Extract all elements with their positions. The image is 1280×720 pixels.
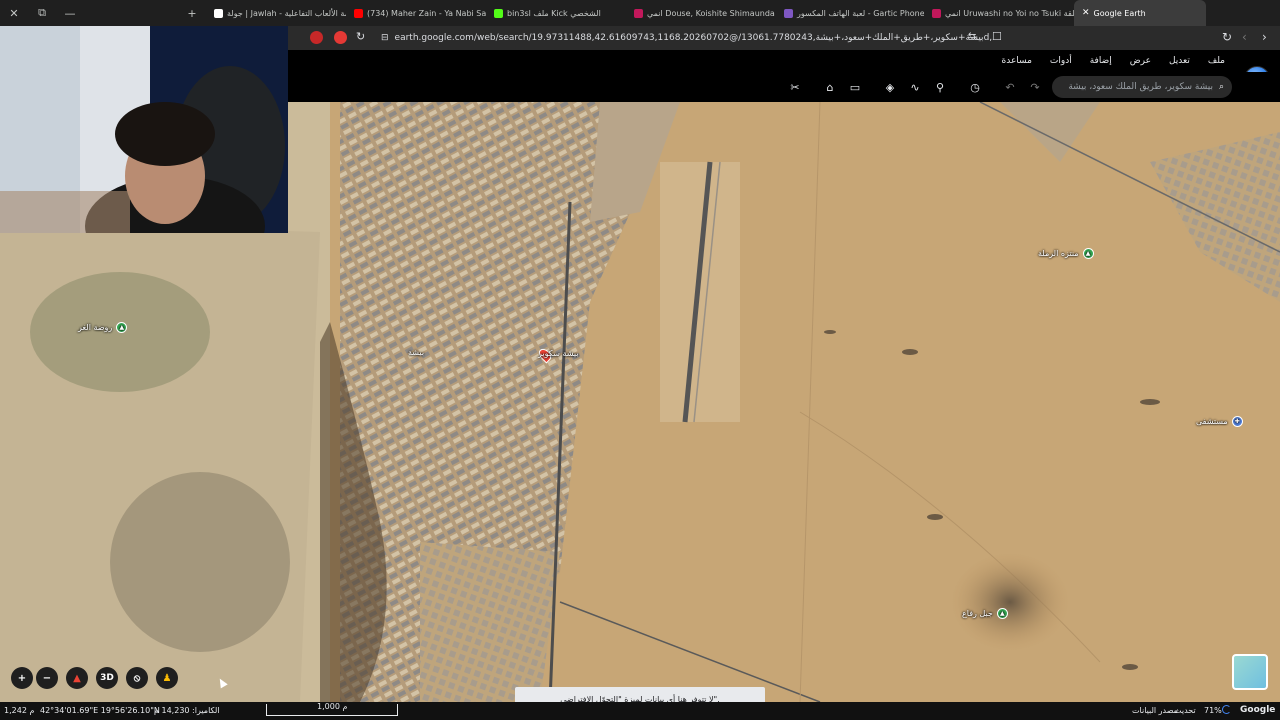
placemark-label: بيشة [408, 348, 425, 357]
tab-label: لعبة الهاتف المكسور - Gartic Phone [797, 8, 924, 18]
tab-label: Google Earth [1093, 8, 1146, 18]
kick-icon [494, 8, 503, 18]
search-icon[interactable]: ⌕ [1219, 82, 1224, 92]
history-icon[interactable]: ◷ [965, 77, 985, 97]
menu-edit[interactable]: تعديل [1169, 56, 1190, 66]
placemark-label: روضة الغر [78, 323, 113, 332]
google-brand: Google [1240, 705, 1276, 715]
menu-add[interactable]: إضافة [1090, 56, 1112, 66]
url-text: earth.google.com/web/search/19.97311488,… [394, 33, 993, 43]
url-field[interactable]: ⊟ earth.google.com/web/search/19.9731148… [373, 29, 993, 47]
menu-file[interactable]: ملف [1208, 56, 1225, 66]
tab-label: انمي Uruwashi no Yoi no Tsuki الحلقة [945, 8, 1074, 18]
placemark-mountain[interactable]: جبل رفاع ▲ [962, 608, 1008, 619]
scale-bar: 1,000 م [266, 702, 398, 716]
loading-spinner-icon [1222, 705, 1231, 714]
forward-icon[interactable]: › [1262, 30, 1267, 44]
coordinates-readout: 42°34'01.69"E 19°56'26.10"N [40, 706, 160, 715]
pegman-icon[interactable]: ♟ [156, 667, 178, 689]
earth-menu-bar: مساعدة أدوات إضافة عرض تعديل ملف [288, 50, 1280, 72]
back-icon[interactable]: ‹ [1242, 30, 1247, 44]
menu-view[interactable]: عرض [1130, 56, 1151, 66]
placemark-label: مستشفى [1196, 417, 1228, 426]
tab-kick[interactable]: bin3sl ملف Kick الشخصي [486, 0, 626, 26]
view-3d-button[interactable]: 3D [96, 667, 118, 689]
tab-gartic-phone[interactable]: لعبة الهاتف المكسور - Gartic Phone [776, 0, 924, 26]
loading-percent: 71% [1204, 706, 1222, 715]
menu-help[interactable]: مساعدة [1002, 56, 1032, 66]
zoom-in-button[interactable]: + [11, 667, 33, 689]
tab-favicon [214, 8, 223, 18]
new-tab-button[interactable]: + [178, 0, 206, 26]
address-bar-row: ↻ ⊟ earth.google.com/web/search/19.97311… [288, 26, 1280, 50]
tab-favicon [784, 8, 793, 18]
window-restore-icon[interactable]: ⧉ [28, 0, 56, 26]
compass-icon[interactable]: ▲ [66, 667, 88, 689]
window-close-icon[interactable]: ✕ [0, 0, 28, 26]
placemark-hospital[interactable]: مستشفى ✚ [1196, 416, 1243, 427]
window-minimize-icon[interactable]: — [56, 0, 84, 26]
tab-google-earth[interactable]: ✕ Google Earth [1074, 0, 1206, 26]
zoom-out-button[interactable]: − [36, 667, 58, 689]
elevation-readout: 1,242 م [4, 706, 35, 715]
park-pin-icon: ▲ [996, 608, 1008, 619]
menu-tools[interactable]: أدوات [1050, 56, 1072, 66]
panel-icon[interactable]: ▭ [845, 77, 865, 97]
redo-icon[interactable]: ↷ [1025, 77, 1045, 97]
reload-page-icon[interactable]: ↻ [1222, 30, 1232, 44]
placemark-icon[interactable]: ⚲ [930, 77, 950, 97]
placemark-rawdat[interactable]: روضة الغر ▲ [78, 322, 128, 333]
tab-label: انمي Douse, Koishite Shimaunda الح [647, 8, 776, 18]
close-tab-icon[interactable]: ✕ [1082, 8, 1090, 18]
layer-thumbnail[interactable] [1232, 654, 1268, 690]
park-pin-icon: ▲ [116, 322, 128, 333]
placemark-label: منتزه الرملة [1038, 249, 1079, 258]
extension-icon[interactable] [334, 31, 347, 44]
tab-anime-douse[interactable]: انمي Douse, Koishite Shimaunda الح [626, 0, 776, 26]
placemark-label: جبل رفاع [962, 609, 993, 618]
camera-altitude: الكاميرا: 14,230 م [154, 706, 220, 715]
earth-toolbar: ✂ ⌂ ▭ ◈ ∿ ⚲ ◷ ↶ ↷ بيشة سكوير، طريق الملك… [288, 72, 1280, 102]
scale-label: 1,000 م [317, 702, 348, 711]
map-style-icon[interactable]: ◈ [880, 77, 900, 97]
park-pin-icon: ▲ [1082, 248, 1094, 259]
placemark-park-ramla[interactable]: منتزه الرملة ▲ [1038, 248, 1094, 259]
webcam-overlay [0, 26, 288, 233]
placemark-bisha[interactable]: بيشة [408, 348, 424, 357]
tab-label: (734) Maher Zain - Ya Nabi Salam Al [367, 8, 486, 18]
browser-tab-strip: ✕ ⧉ — + جولة | Jawlah - منصة الألعاب الت… [0, 0, 1280, 26]
site-info-icon[interactable]: ⊟ [381, 33, 389, 43]
extension-icon[interactable] [310, 31, 323, 44]
tab-label: جولة | Jawlah - منصة الألعاب التفاعلية [227, 8, 346, 18]
tab-favicon [634, 8, 643, 18]
photos-icon[interactable]: ⌂ [820, 77, 840, 97]
update-label: تحديث [1174, 706, 1196, 715]
placemark-label: بيشة سكوير [538, 349, 579, 358]
tab-jawlah[interactable]: جولة | Jawlah - منصة الألعاب التفاعلية [206, 0, 346, 26]
tab-favicon [932, 8, 941, 18]
undo-icon[interactable]: ↶ [1000, 77, 1020, 97]
data-source-link[interactable]: مصدر البيانات [1132, 706, 1178, 715]
hospital-pin-icon: ✚ [1231, 416, 1243, 427]
reload-icon[interactable]: ↻ [356, 30, 365, 43]
youtube-icon [354, 8, 363, 18]
search-box[interactable]: بيشة سكوير، طريق الملك سعود، بيشة ⌕ [1052, 76, 1232, 98]
search-text: بيشة سكوير، طريق الملك سعود، بيشة [1068, 82, 1213, 92]
street-view-off-icon[interactable]: ⦸ [126, 667, 148, 689]
streamer-video [0, 26, 288, 233]
tab-label: bin3sl ملف Kick الشخصي [507, 8, 601, 18]
bookmark-icon[interactable]: ☐ [992, 30, 1002, 43]
tab-youtube[interactable]: (734) Maher Zain - Ya Nabi Salam Al [346, 0, 486, 26]
status-bar: 1,242 م 42°34'01.69"E 19°56'26.10"N الكا… [0, 702, 1280, 720]
compass-needle-icon: ▲ [73, 672, 81, 684]
placemark-bisha-square[interactable]: بيشة سكوير [538, 349, 579, 358]
tab-anime-uruwashi[interactable]: انمي Uruwashi no Yoi no Tsuki الحلقة [924, 0, 1074, 26]
path-icon[interactable]: ∿ [905, 77, 925, 97]
measure-icon[interactable]: ✂ [785, 77, 805, 97]
translate-icon[interactable]: ⇆ [968, 31, 976, 42]
